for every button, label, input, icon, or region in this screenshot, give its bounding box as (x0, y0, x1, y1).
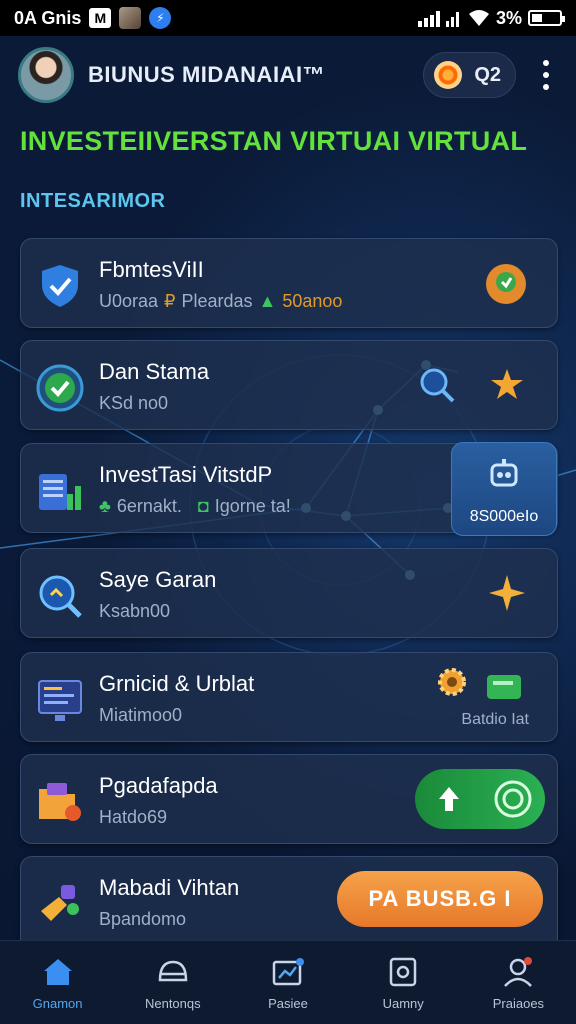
card-subtitle: Miatimoo0 (99, 705, 183, 725)
wallet-icon[interactable] (485, 671, 523, 701)
folder-icon (39, 783, 81, 821)
leaf-icon: ▲ (258, 291, 277, 311)
card-title: FbmtesViII (99, 257, 204, 282)
section-title: INTESARIMOR (20, 190, 166, 212)
app-title: BIUNUS MIDANAIAI™ (88, 62, 326, 87)
magnifier-icon[interactable] (417, 365, 457, 405)
list-card-security[interactable]: FbmtesViII U0oraa ₽ Pleardas ▲ 50anoo (20, 238, 558, 328)
cta-button[interactable]: PA BUSB.G I (337, 871, 543, 927)
photo-notification-icon (119, 7, 142, 29)
orange-tag-icon: ₽ (164, 291, 176, 311)
nav-label: Gnamon (32, 996, 83, 1011)
card-subtitle: U0oraa ₽ Pleardas ▲ 50anoo (99, 291, 343, 311)
target-icon (494, 780, 532, 818)
gift-hand-icon (41, 885, 79, 921)
card-title: InvestTasi VitstdP (99, 462, 273, 487)
avatar[interactable] (18, 47, 74, 103)
card-title: Dan Stama (99, 359, 210, 384)
chart-board-icon (272, 958, 304, 986)
search-icon (39, 575, 82, 618)
list-card-grid[interactable]: Grnicid & Urblat Miatimoo0 Batdio Iat (20, 652, 558, 742)
card-title: Grnicid & Urblat (99, 671, 255, 696)
gmail-icon: M (89, 8, 112, 28)
badge-label: 8S000eIo (469, 508, 539, 525)
signal-icon (417, 11, 459, 27)
card-subtitle: Hatdo69 (99, 807, 168, 827)
gear-icon[interactable] (435, 665, 469, 699)
helmet-icon (158, 960, 188, 982)
check-circle-icon (36, 364, 84, 412)
nav-label: Nentonqs (144, 996, 201, 1011)
wifi-icon (468, 10, 489, 26)
search-badge-icon[interactable] (483, 261, 529, 307)
nav-label: Praiaoes (492, 996, 545, 1011)
upload-toggle-button[interactable] (415, 769, 545, 829)
bottom-navigation: Gnamon Nentonqs Pasiee Uamny Praiaoes (0, 940, 576, 1024)
status-time: 0A Gnis (14, 7, 82, 28)
battery-icon (528, 10, 565, 26)
nav-item-wallet[interactable]: Uamny (346, 941, 461, 1024)
nav-label: Uamny (382, 996, 424, 1011)
status-bar: 0A Gnis M ⚡ 3% (0, 0, 576, 36)
nav-label: Pasiee (268, 996, 308, 1011)
user-icon (504, 957, 533, 987)
star-icon[interactable] (487, 365, 527, 405)
card-subtitle: ♣ 6ernakt. ◘ Igorne ta! (99, 496, 291, 516)
card-title: Pgadafapda (99, 773, 218, 798)
card-subtitle: KSd no0 (99, 393, 169, 413)
card-subtitle: Bpandomo (99, 909, 187, 929)
card-title: Mabadi Vihtan (99, 875, 240, 900)
shield-small-icon: ◘ (197, 496, 209, 516)
nav-item-profile[interactable]: Praiaoes (461, 941, 576, 1024)
nav-item-portfolio[interactable]: Pasiee (230, 941, 345, 1024)
monitor-icon (38, 680, 82, 721)
home-icon (43, 959, 72, 985)
safe-icon (389, 957, 417, 987)
list-card-investasi[interactable]: InvestTasi VitstdP ♣ 6ernakt. ◘ Igorne t… (20, 442, 558, 536)
battery-percent: 3% (495, 7, 522, 28)
investment-badge[interactable]: 8S000eIo (451, 442, 557, 536)
card-title: Saye Garan (99, 567, 217, 592)
messenger-icon: ⚡ (149, 7, 172, 29)
chart-document-icon (39, 474, 81, 510)
upload-arrow-icon (439, 787, 459, 811)
points-value: Q2 (474, 63, 501, 86)
coin-icon (434, 61, 463, 89)
list-card-pgadafapda[interactable]: Pgadafapda Hatdo69 (20, 754, 558, 844)
card-right-label: Batdio Iat (461, 711, 529, 728)
list-card-garan[interactable]: Saye Garan Ksabn00 (20, 548, 558, 638)
app-header: BIUNUS MIDANAIAI™ Q2 (0, 36, 576, 114)
list-card-mabadi[interactable]: Mabadi Vihtan Bpandomo PA BUSB.G I (20, 856, 558, 952)
nav-item-vehicles[interactable]: Nentonqs (115, 941, 230, 1024)
more-options-button[interactable] (534, 55, 558, 95)
sparkle-icon[interactable] (487, 573, 527, 613)
list-card-status[interactable]: Dan Stama KSd no0 (20, 340, 558, 430)
points-pill[interactable]: Q2 (423, 52, 516, 98)
person-icon: ♣ (99, 496, 111, 516)
card-subtitle: Ksabn00 (99, 601, 171, 621)
shield-check-icon (42, 265, 78, 307)
page-headline: INVESTEIIVERSTAN VIRTUAI VIRTUAL (20, 126, 528, 156)
robot-icon (490, 459, 518, 487)
nav-item-home[interactable]: Gnamon (0, 941, 115, 1024)
